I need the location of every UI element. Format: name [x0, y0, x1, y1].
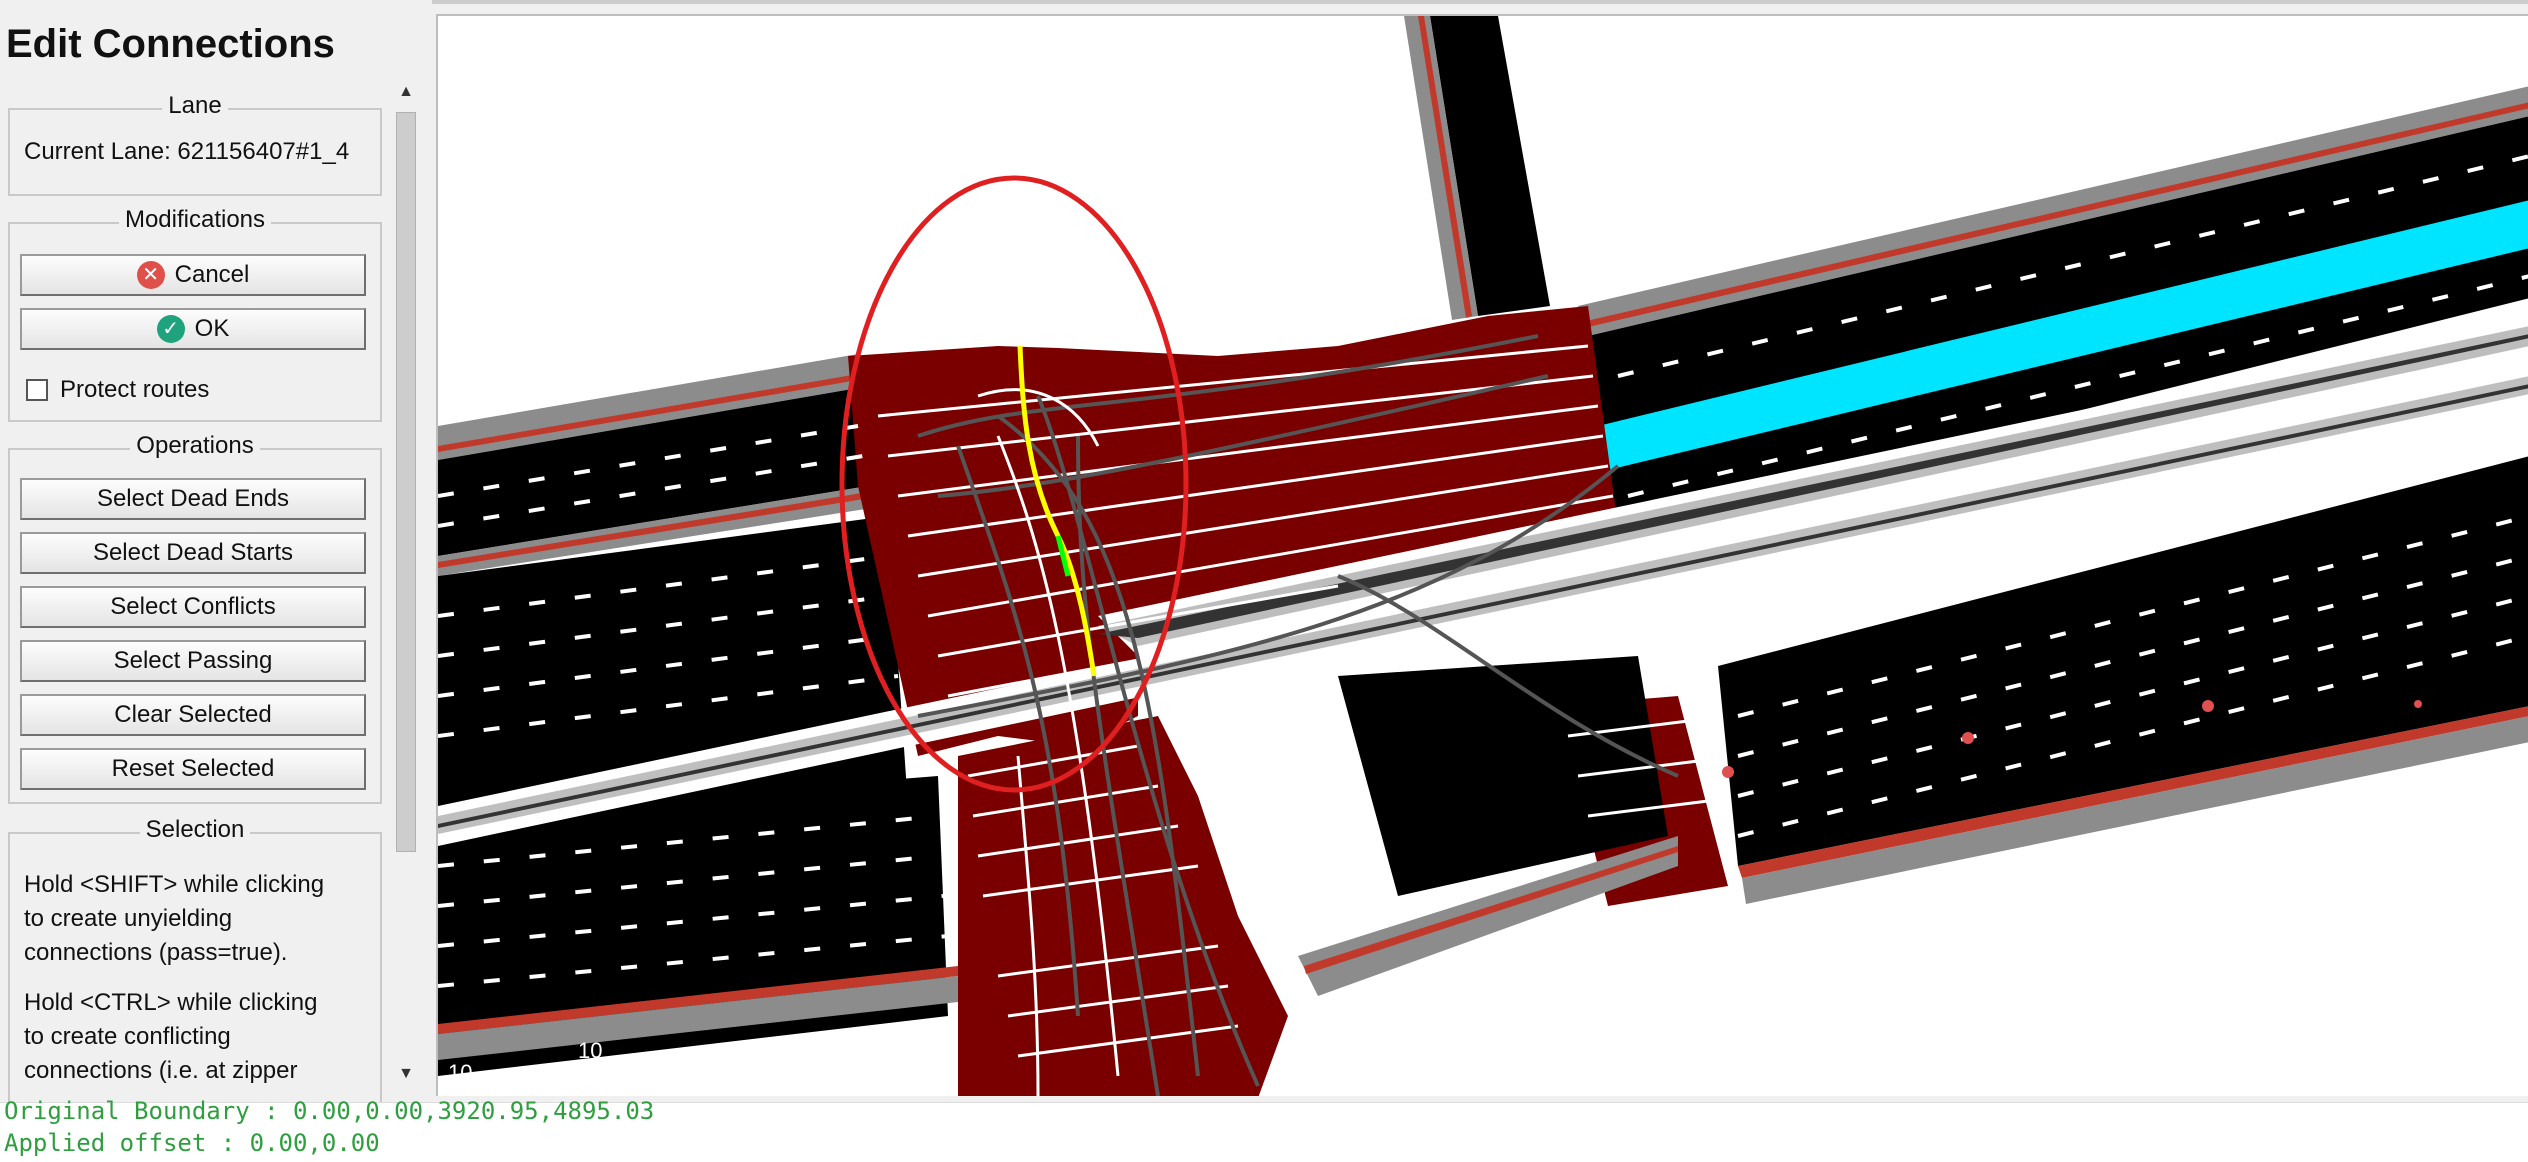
modifications-group: Modifications ✕ Cancel ✓ OK Protect rout…: [8, 206, 382, 422]
panel-scrollbar[interactable]: ▲ ▼: [392, 78, 420, 1088]
selection-group-label: Selection: [139, 816, 251, 843]
status-original-boundary: Original Boundary : 0.00,0.00,3920.95,48…: [4, 1097, 655, 1125]
panel-title: Edit Connections: [6, 22, 335, 66]
check-icon: ✓: [156, 315, 185, 343]
edit-connections-panel: Edit Connections Lane Current Lane: 6211…: [0, 0, 432, 1102]
help-line: Hold <CTRL> while clicking: [24, 989, 318, 1016]
cancel-button-label: Cancel: [174, 261, 250, 288]
lane-group-label: Lane: [162, 92, 228, 119]
network-canvas[interactable]: 10 10: [438, 16, 2528, 1096]
reset-selected-button[interactable]: Reset Selected: [20, 748, 366, 790]
scrollbar-thumb[interactable]: [396, 112, 416, 852]
select-passing-button[interactable]: Select Passing: [20, 640, 366, 682]
clear-selected-button[interactable]: Clear Selected: [20, 694, 366, 736]
network-view[interactable]: 10 10: [436, 14, 2528, 1096]
checkbox-box[interactable]: [26, 379, 48, 401]
scroll-down-icon[interactable]: ▼: [392, 1060, 420, 1088]
operations-group: Operations Select Dead Ends Select Dead …: [8, 432, 382, 804]
status-applied-offset: Applied offset : 0.00,0.00: [4, 1129, 380, 1157]
help-line: connections (i.e. at zipper: [24, 1057, 298, 1084]
help-line: Hold <SHIFT> while clicking: [24, 871, 325, 898]
selection-group: Selection Hold <SHIFT> while clicking to…: [8, 816, 382, 1102]
cancel-button[interactable]: ✕ Cancel: [20, 254, 366, 296]
map-label: 10: [578, 1038, 602, 1063]
shift-help-text: Hold <SHIFT> while clicking to create un…: [24, 868, 370, 970]
protect-routes-label: Protect routes: [60, 376, 210, 403]
scroll-up-icon[interactable]: ▲: [392, 78, 420, 106]
help-line: connections (pass=true).: [24, 939, 288, 966]
cancel-icon: ✕: [136, 261, 165, 289]
select-dead-ends-button[interactable]: Select Dead Ends: [20, 478, 366, 520]
ctrl-help-text: Hold <CTRL> while clicking to create con…: [24, 986, 370, 1088]
lane-group: Lane Current Lane: 621156407#1_4: [8, 92, 382, 196]
current-lane-text: Current Lane: 621156407#1_4: [24, 138, 350, 165]
ok-button[interactable]: ✓ OK: [20, 308, 366, 350]
help-line: to create unyielding: [24, 905, 233, 932]
map-label: 10: [448, 1060, 472, 1085]
select-dead-starts-button[interactable]: Select Dead Starts: [20, 532, 366, 574]
select-conflicts-button[interactable]: Select Conflicts: [20, 586, 366, 628]
status-area: Original Boundary : 0.00,0.00,3920.95,48…: [0, 1097, 2528, 1162]
operations-group-label: Operations: [130, 432, 260, 459]
help-line: to create conflicting: [24, 1023, 231, 1050]
ok-button-label: OK: [194, 315, 230, 342]
modifications-group-label: Modifications: [118, 206, 272, 233]
protect-routes-checkbox[interactable]: Protect routes: [26, 376, 209, 404]
